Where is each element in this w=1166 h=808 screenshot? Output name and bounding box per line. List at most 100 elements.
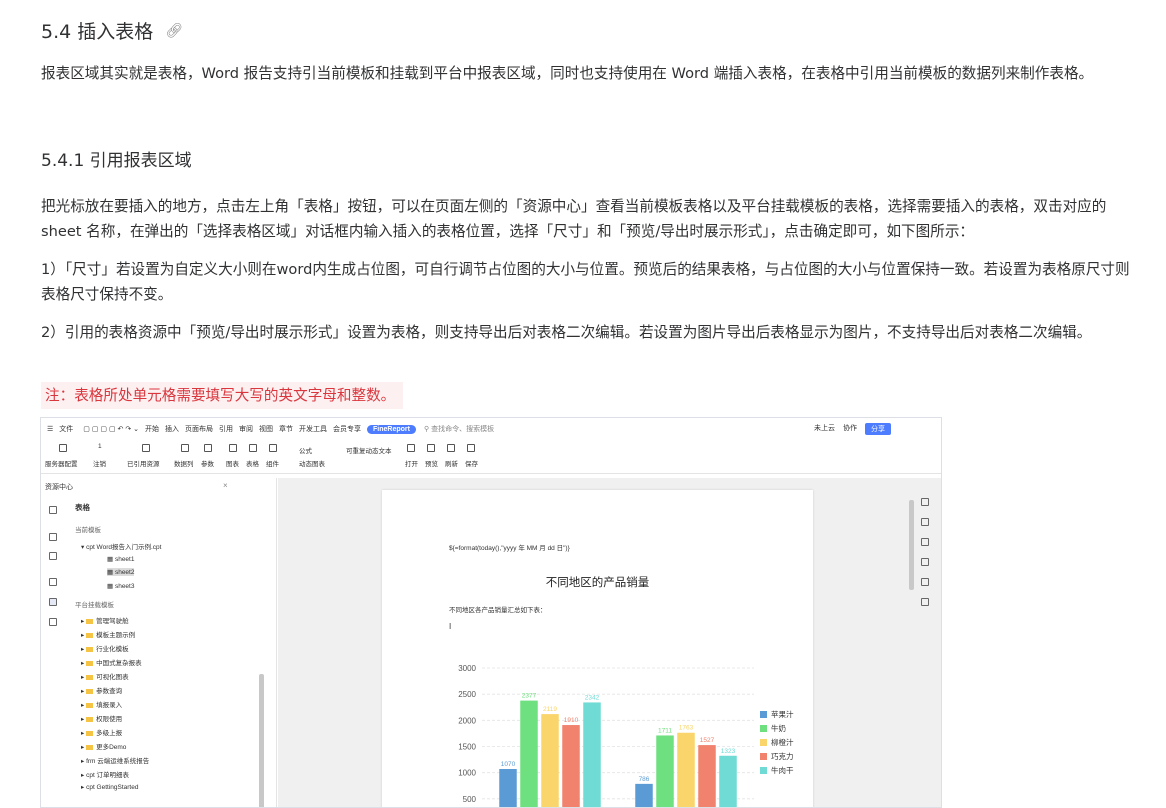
pointer-icon[interactable]: [921, 518, 929, 526]
data-column-icon: [181, 444, 189, 452]
tab-layout[interactable]: 页面布局: [185, 424, 213, 434]
server-config-icon: [59, 444, 67, 452]
layout-icon[interactable]: [49, 533, 57, 541]
folder-icon: [86, 618, 94, 624]
tool-refresh[interactable]: 刷新: [445, 458, 458, 468]
tab-file[interactable]: 文件: [59, 424, 73, 434]
y-tick-label: 500: [463, 795, 477, 804]
tool-widget[interactable]: 组件: [266, 458, 279, 468]
section-heading: 5.4 插入表格 🔗︎: [41, 17, 183, 44]
bar: [583, 702, 601, 807]
tool-formula[interactable]: 公式: [299, 445, 312, 455]
tab-insert[interactable]: 插入: [165, 424, 179, 434]
folder-label: 模板主题示例: [96, 632, 136, 639]
list-icon[interactable]: [49, 552, 57, 560]
chart-icon[interactable]: [49, 578, 57, 586]
ribbon-tabs: ☰ 文件 ▢ ▢ ▢ ▢ ↶ ↷ ⌄ 开始 插入 页面布局 引用 审阅 视图 章…: [41, 418, 941, 440]
folder-icon: [86, 702, 94, 708]
legend-label: 巧克力: [771, 751, 794, 761]
section-title: 5.4 插入表格: [41, 21, 154, 43]
page-title: 不同地区的产品销量: [545, 577, 650, 589]
text-cursor-icon: I: [449, 622, 452, 631]
tool-chart[interactable]: 图表: [226, 458, 239, 468]
folder-item[interactable]: ▸ 更多Demo: [81, 741, 126, 751]
folder-item[interactable]: ▸ 可视化图表: [81, 671, 129, 681]
tab-view[interactable]: 视图: [259, 424, 273, 434]
word-page[interactable]: ${=format(today(),"yyyy 年 MM 月 dd 日")} 不…: [382, 490, 813, 807]
open-icon: [407, 444, 415, 452]
doc-icon[interactable]: [49, 506, 57, 514]
bar: [520, 700, 538, 807]
table-icon[interactable]: [49, 598, 57, 606]
tool-preview[interactable]: 预览: [425, 458, 438, 468]
tab-finereport[interactable]: FineReport: [367, 424, 416, 434]
anchor-link-icon[interactable]: 🔗︎: [165, 23, 183, 39]
folder-item[interactable]: ▸ 模板主题示例: [81, 629, 135, 639]
widget-icon[interactable]: [49, 618, 57, 626]
legend-label: 柳橙汁: [771, 737, 794, 747]
bar: [677, 732, 695, 807]
sheet-item[interactable]: ▦ sheet1: [107, 555, 134, 563]
template-file-label: cpt Word报告入门示例.cpt: [86, 544, 162, 551]
menu-icon[interactable]: ☰: [47, 425, 53, 433]
tab-home[interactable]: 开始: [145, 424, 159, 434]
data-label: 2119: [543, 706, 557, 713]
sheet-item[interactable]: ▦ sheet3: [107, 582, 134, 590]
data-label: 1070: [501, 761, 516, 768]
data-label: 2342: [585, 694, 600, 701]
template-file[interactable]: ▾ cpt Word报告入门示例.cpt: [81, 541, 161, 551]
file-item[interactable]: ▸ cpt 订单明细表: [81, 769, 129, 779]
tab-chapter[interactable]: 章节: [279, 424, 293, 434]
tool-server-config[interactable]: 服务器配置: [45, 458, 78, 468]
folder-item[interactable]: ▸ 多级上报: [81, 727, 122, 737]
close-icon[interactable]: ×: [223, 481, 228, 490]
tab-references[interactable]: 引用: [219, 424, 233, 434]
image-icon[interactable]: [921, 558, 929, 566]
book-icon[interactable]: [921, 598, 929, 606]
legend-swatch: [760, 711, 767, 718]
tool-open[interactable]: 打开: [405, 458, 418, 468]
legend-swatch: [760, 739, 767, 746]
tool-data-column[interactable]: 数据列: [174, 458, 194, 468]
collaborate-button[interactable]: 协作: [843, 423, 857, 435]
search-icon[interactable]: ⚲: [424, 425, 429, 433]
legend-swatch: [760, 725, 767, 732]
file-label: cpt GettingStarted: [86, 784, 139, 791]
tool-cited-resource[interactable]: 已引用资源: [127, 458, 160, 468]
canvas-scrollbar[interactable]: [909, 500, 914, 590]
data-label: 2377: [522, 693, 537, 700]
y-tick-label: 1000: [458, 769, 476, 778]
resource-center-panel: 资源中心 × 表格 当前模板 ▾ cpt Word报告入门示例.cpt ▦ sh…: [41, 478, 277, 807]
sheet-item-selected[interactable]: ▦ sheet2: [107, 568, 135, 576]
tool-dynamic-chart[interactable]: 动态图表: [299, 458, 325, 468]
folder-item[interactable]: ▸ 中国式复杂报表: [81, 657, 142, 667]
folder-item[interactable]: ▸ 行业化模板: [81, 643, 129, 653]
folder-item[interactable]: ▸ 填报录入: [81, 699, 122, 709]
cloud-status[interactable]: 未上云: [814, 423, 835, 435]
tool-table[interactable]: 表格: [246, 458, 259, 468]
sliders-icon[interactable]: [921, 538, 929, 546]
tab-member[interactable]: 会员专享: [333, 424, 361, 434]
tool-repeat-text[interactable]: 可重复动态文本: [346, 445, 392, 455]
pen-icon[interactable]: [921, 498, 929, 506]
tool-logout[interactable]: 注销: [93, 458, 106, 468]
folder-item[interactable]: ▸ 管理驾驶舱: [81, 615, 129, 625]
command-search[interactable]: 查找命令、搜索模板: [431, 424, 494, 434]
target-icon[interactable]: [921, 578, 929, 586]
file-item[interactable]: ▸ cpt GettingStarted: [81, 783, 138, 791]
tool-parameter[interactable]: 参数: [201, 458, 214, 468]
data-label: 786: [639, 776, 650, 783]
quick-access-icons[interactable]: ▢ ▢ ▢ ▢ ↶ ↷ ⌄: [83, 425, 139, 433]
widget-icon: [269, 444, 277, 452]
panel-scrollbar[interactable]: [259, 674, 264, 807]
share-button[interactable]: 分享: [865, 423, 891, 435]
tab-review[interactable]: 审阅: [239, 424, 253, 434]
paragraph-display: 2）引用的表格资源中「预览/导出时展示形式」设置为表格，则支持导出后对表格二次编…: [41, 324, 1092, 341]
folder-item[interactable]: ▸ 参数查询: [81, 685, 122, 695]
tab-developer[interactable]: 开发工具: [299, 424, 327, 434]
folder-icon: [86, 716, 94, 722]
folder-item[interactable]: ▸ 权限使用: [81, 713, 122, 723]
file-label: frm 云端运维系统报告: [86, 758, 150, 765]
file-item[interactable]: ▸ frm 云端运维系统报告: [81, 755, 149, 765]
tool-save[interactable]: 保存: [465, 458, 478, 468]
